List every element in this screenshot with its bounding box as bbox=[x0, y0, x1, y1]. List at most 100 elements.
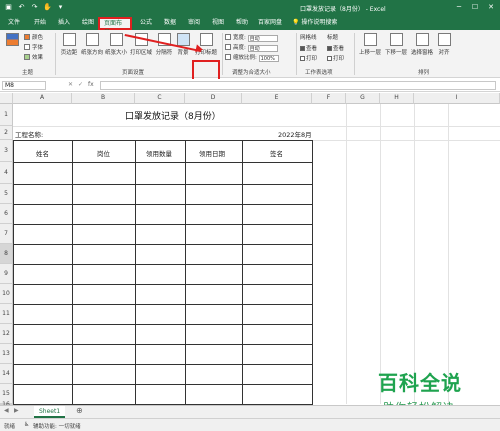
send-backward-button[interactable]: 下移一层 bbox=[384, 33, 408, 56]
checkbox-checked-icon bbox=[300, 46, 305, 51]
scroll-right-icon[interactable]: ▶ bbox=[14, 407, 19, 414]
tab-formulas[interactable]: 公式 bbox=[136, 17, 156, 30]
formula-input[interactable] bbox=[100, 81, 496, 90]
scale-icon bbox=[225, 54, 231, 60]
checkbox-icon bbox=[327, 56, 332, 61]
tab-view[interactable]: 视图 bbox=[208, 17, 228, 30]
row-header[interactable]: 14 bbox=[0, 364, 13, 384]
tab-draw[interactable]: 绘图 bbox=[78, 17, 98, 30]
margins-button[interactable]: 页边距 bbox=[58, 33, 80, 56]
maximize-icon[interactable]: ☐ bbox=[470, 2, 480, 12]
bring-forward-button[interactable]: 上移一层 bbox=[358, 33, 382, 56]
effects-button[interactable]: 效果 bbox=[24, 53, 43, 61]
row-header[interactable]: 4 bbox=[0, 162, 13, 184]
colors-button[interactable]: 颜色 bbox=[24, 33, 43, 41]
selection-pane-button[interactable]: 选择窗格 bbox=[410, 33, 434, 56]
table-border bbox=[13, 140, 312, 141]
status-bar: 就绪 ♿ 辅助功能: 一切就绪 bbox=[0, 418, 500, 431]
row-header-selected[interactable]: 8 bbox=[0, 244, 13, 264]
table-border bbox=[242, 140, 243, 405]
table-border bbox=[13, 244, 312, 245]
headings-view-checkbox[interactable]: 查看 bbox=[327, 44, 344, 52]
add-sheet-icon[interactable]: ⊕ bbox=[76, 406, 83, 415]
scroll-left-icon[interactable]: ◀ bbox=[4, 407, 9, 414]
header-quantity: 领用数量 bbox=[146, 150, 172, 158]
sheet-tab-sheet1[interactable]: Sheet1 bbox=[34, 406, 66, 418]
gridline bbox=[13, 126, 500, 127]
name-box[interactable]: M8 bbox=[2, 81, 46, 90]
orientation-button[interactable]: 纸张方向 bbox=[80, 33, 104, 56]
width-icon bbox=[225, 34, 231, 40]
tell-me-search[interactable]: 💡 操作说明搜索 bbox=[292, 17, 337, 29]
tab-baidu-disk[interactable]: 百家网盘 bbox=[254, 17, 286, 30]
height-dropdown[interactable]: 自动 bbox=[247, 45, 278, 52]
cancel-icon[interactable]: ✕ bbox=[68, 81, 73, 88]
width-dropdown[interactable]: 自动 bbox=[247, 35, 278, 42]
scale-spinner[interactable]: 100% bbox=[258, 55, 279, 62]
enter-icon[interactable]: ✓ bbox=[78, 81, 83, 88]
print-titles-icon bbox=[199, 33, 213, 46]
redo-icon[interactable]: ↷ bbox=[30, 3, 39, 12]
colors-icon bbox=[24, 34, 30, 40]
select-all-corner[interactable] bbox=[0, 93, 13, 104]
minimize-icon[interactable]: ─ bbox=[454, 2, 464, 12]
tab-data[interactable]: 数据 bbox=[160, 17, 180, 30]
column-header[interactable]: F bbox=[312, 93, 346, 104]
ribbon-separator bbox=[55, 33, 56, 75]
tab-home[interactable]: 开始 bbox=[30, 17, 50, 30]
gridlines-print-checkbox[interactable]: 打印 bbox=[300, 54, 317, 62]
table-border bbox=[13, 384, 312, 385]
column-header[interactable]: G bbox=[346, 93, 380, 104]
fx-icon[interactable]: fx bbox=[88, 81, 94, 88]
tab-review[interactable]: 审阅 bbox=[184, 17, 204, 30]
formula-bar: M8 ✕ ✓ fx bbox=[0, 79, 500, 92]
row-header[interactable]: 6 bbox=[0, 204, 13, 224]
headings-print-checkbox[interactable]: 打印 bbox=[327, 54, 344, 62]
row-header[interactable]: 2 bbox=[0, 126, 13, 140]
column-header[interactable]: E bbox=[242, 93, 312, 104]
table-border bbox=[13, 264, 312, 265]
save-icon[interactable]: ▣ bbox=[4, 3, 13, 12]
themes-button[interactable] bbox=[3, 33, 21, 48]
column-header[interactable]: A bbox=[13, 93, 72, 104]
group-label-sheet-options: 工作表选项 bbox=[305, 70, 333, 76]
column-header[interactable]: H bbox=[380, 93, 414, 104]
table-border bbox=[13, 324, 312, 325]
height-control: 高度: 自动 bbox=[225, 43, 278, 52]
row-header[interactable]: 13 bbox=[0, 344, 13, 364]
row-header[interactable]: 9 bbox=[0, 264, 13, 284]
close-icon[interactable]: ✕ bbox=[486, 2, 496, 12]
row-header[interactable]: 1 bbox=[0, 104, 13, 126]
tab-insert[interactable]: 插入 bbox=[54, 17, 74, 30]
tab-file[interactable]: 文件 bbox=[4, 17, 24, 30]
align-button[interactable]: 对齐 bbox=[436, 33, 452, 56]
row-header[interactable]: 12 bbox=[0, 324, 13, 344]
row-header[interactable]: 11 bbox=[0, 304, 13, 324]
row-header[interactable]: 5 bbox=[0, 184, 13, 204]
column-header[interactable]: D bbox=[185, 93, 242, 104]
row-header[interactable]: 7 bbox=[0, 224, 13, 244]
header-position: 岗位 bbox=[97, 150, 110, 158]
customize-icon[interactable]: ▾ bbox=[56, 3, 65, 12]
gridlines-view-checkbox[interactable]: 查看 bbox=[300, 44, 317, 52]
column-header[interactable]: C bbox=[135, 93, 185, 104]
tab-page-layout[interactable]: 页面布局 bbox=[98, 17, 132, 36]
sheet-title: 口罩发放记录（8月份） bbox=[125, 112, 221, 122]
touch-icon[interactable]: ✋ bbox=[43, 3, 52, 12]
row-header[interactable]: 3 bbox=[0, 140, 13, 162]
table-border bbox=[13, 204, 312, 205]
gridline bbox=[414, 104, 415, 404]
column-header[interactable]: I bbox=[414, 93, 500, 104]
undo-icon[interactable]: ↶ bbox=[17, 3, 26, 12]
paper-size-button[interactable]: 纸张大小 bbox=[104, 33, 128, 56]
status-accessibility[interactable]: 辅助功能: 一切就绪 bbox=[33, 422, 81, 430]
width-control: 宽度: 自动 bbox=[225, 33, 278, 42]
themes-icon bbox=[5, 33, 19, 46]
fonts-button[interactable]: 字体 bbox=[24, 43, 43, 51]
column-header[interactable]: B bbox=[72, 93, 135, 104]
align-icon bbox=[437, 33, 451, 46]
tell-me-label: 操作说明搜索 bbox=[301, 19, 338, 26]
tab-help[interactable]: 帮助 bbox=[232, 17, 252, 30]
row-header[interactable]: 10 bbox=[0, 284, 13, 304]
paper-size-icon bbox=[109, 33, 123, 46]
